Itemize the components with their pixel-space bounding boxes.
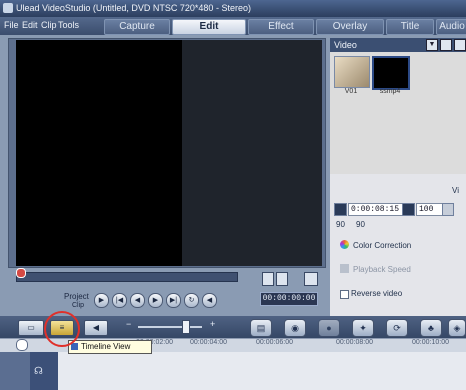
- clip-mode-label[interactable]: Clip: [72, 302, 84, 309]
- zoom-slider-handle[interactable]: [182, 320, 190, 334]
- menu-bar: File Edit Clip Tools Capture Edit Effect…: [0, 17, 466, 35]
- library-header: Video ▼: [330, 38, 466, 52]
- volume-spinner[interactable]: [442, 203, 454, 216]
- volume-field[interactable]: 100: [416, 203, 444, 216]
- tab-title[interactable]: Title: [386, 19, 434, 35]
- tooltip: Timeline View: [68, 340, 152, 354]
- preview-window: [16, 40, 182, 266]
- duration-field[interactable]: 0:00:08:15: [348, 203, 404, 216]
- color-correction-button[interactable]: Color Correction: [353, 241, 411, 250]
- rotate-right-icon[interactable]: 90: [356, 220, 365, 229]
- rotate-left-icon[interactable]: 90: [336, 220, 345, 229]
- end-icon[interactable]: ▶|: [166, 293, 181, 308]
- smart-proxy-icon[interactable]: ✦: [352, 319, 374, 337]
- duration-icon: [334, 203, 347, 216]
- record-icon[interactable]: ●: [318, 319, 340, 337]
- film-icon: ☊: [34, 366, 43, 377]
- playback-speed-button[interactable]: Playback Speed: [353, 265, 411, 274]
- menu-file[interactable]: File: [4, 20, 19, 30]
- menu-edit[interactable]: Edit: [22, 20, 38, 30]
- chevron-down-icon[interactable]: ▼: [426, 39, 438, 51]
- library-thumbnail-ssmp4[interactable]: [372, 56, 410, 90]
- play-icon[interactable]: ▶: [94, 293, 109, 308]
- next-frame-icon[interactable]: ▶: [148, 293, 163, 308]
- ruler-tick: 00:00:10:00: [412, 339, 449, 346]
- mark-out-button[interactable]: [276, 272, 288, 286]
- timecode-display[interactable]: 00:00:00:00: [260, 292, 318, 306]
- speed-icon: [340, 264, 349, 273]
- thumbnail-label: ssmp4: [379, 88, 401, 95]
- fullscreen-button[interactable]: [304, 272, 318, 286]
- window-title: Ulead VideoStudio (Untitled, DVD NTSC 72…: [16, 3, 251, 13]
- insert-media-icon[interactable]: ▤: [250, 319, 272, 337]
- project-mode-label[interactable]: Project: [64, 292, 89, 301]
- scrub-bar[interactable]: [16, 272, 238, 282]
- audio-view-button[interactable]: ◀: [84, 320, 108, 336]
- zoom-slider-track[interactable]: [138, 326, 202, 328]
- tab-effect[interactable]: Effect: [248, 19, 314, 35]
- volume-speaker-icon[interactable]: ◀: [202, 293, 217, 308]
- disc-icon[interactable]: ◉: [284, 319, 306, 337]
- repeat-icon[interactable]: ↻: [184, 293, 199, 308]
- storyboard-view-button[interactable]: ▭: [18, 320, 44, 336]
- ruler-tick: 00:00:08:00: [336, 339, 373, 346]
- options-tab-label[interactable]: Vi: [452, 186, 459, 195]
- trim-marker[interactable]: [16, 268, 26, 278]
- ruler-tick: 00:00:04:00: [190, 339, 227, 346]
- tooltip-icon: [71, 343, 78, 350]
- tab-audio[interactable]: Audio: [436, 19, 466, 35]
- home-icon[interactable]: |◀: [112, 293, 127, 308]
- thumbnail-label: V01: [344, 88, 358, 95]
- highlight-circle: [44, 311, 80, 347]
- previous-frame-icon[interactable]: ◀: [130, 293, 145, 308]
- tooltip-text: Timeline View: [81, 342, 131, 351]
- mark-in-button[interactable]: [262, 272, 274, 286]
- preview-background: [182, 40, 322, 266]
- tab-overlay[interactable]: Overlay: [316, 19, 384, 35]
- app-icon: [3, 3, 13, 13]
- zoom-out-icon[interactable]: −: [126, 319, 131, 329]
- title-bar: Ulead VideoStudio (Untitled, DVD NTSC 72…: [0, 0, 466, 17]
- tab-edit[interactable]: Edit: [172, 19, 246, 35]
- color-wheel-icon: [340, 240, 349, 249]
- zoom-in-icon[interactable]: +: [210, 319, 215, 329]
- menu-tools[interactable]: Tools: [58, 20, 79, 30]
- chapter-icon[interactable]: ◈: [448, 319, 466, 337]
- batch-convert-icon[interactable]: ⟳: [386, 319, 408, 337]
- track-manager-icon[interactable]: ♣: [420, 319, 442, 337]
- video-track[interactable]: [0, 352, 466, 390]
- track-header: [0, 352, 30, 390]
- tab-capture[interactable]: Capture: [104, 19, 170, 35]
- ruler-tick: 00:00:06:00: [256, 339, 293, 346]
- reverse-video-label: Reverse video: [351, 289, 403, 298]
- volume-icon: [402, 203, 415, 216]
- reverse-video-checkbox[interactable]: [340, 290, 349, 299]
- options-icon[interactable]: [454, 39, 466, 51]
- menu-clip[interactable]: Clip: [41, 20, 57, 30]
- library-thumbnail-v01[interactable]: [334, 56, 370, 88]
- library-category-select[interactable]: Video: [334, 40, 357, 50]
- folder-icon[interactable]: [440, 39, 452, 51]
- timeline-home-icon[interactable]: [16, 339, 28, 351]
